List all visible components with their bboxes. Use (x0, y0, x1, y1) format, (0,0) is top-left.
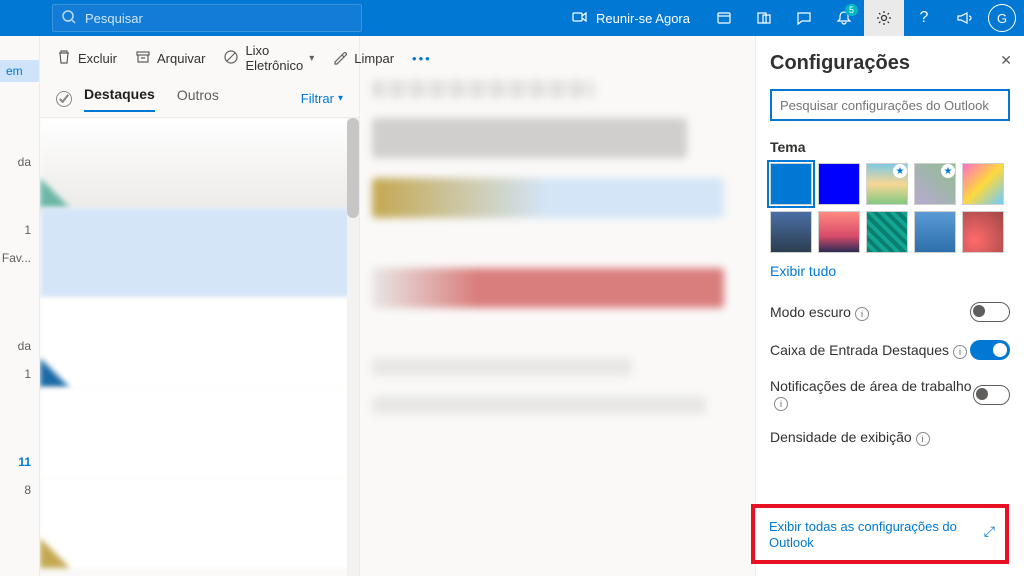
meet-now-button[interactable]: Reunir-se Agora (558, 0, 704, 36)
meet-now-label: Reunir-se Agora (596, 11, 690, 26)
top-bar: Pesquisar Reunir-se Agora 5 ? G (0, 0, 1024, 36)
theme-swatch[interactable] (962, 163, 1004, 205)
settings-icon[interactable] (864, 0, 904, 36)
megaphone-icon[interactable] (944, 0, 984, 36)
teams-icon[interactable] (744, 0, 784, 36)
video-icon (572, 9, 588, 28)
density-row: Densidade de exibiçãoi (770, 420, 1010, 446)
nav-item[interactable]: 1 (0, 216, 39, 244)
theme-swatch[interactable]: ★ (866, 163, 908, 205)
trash-icon (56, 49, 72, 68)
delete-button[interactable]: Excluir (56, 49, 117, 68)
chevron-down-icon: ▾ (338, 93, 343, 104)
close-icon[interactable]: ✕ (1000, 52, 1012, 69)
view-all-settings-highlight: Exibir todas as configurações do Outlook… (751, 504, 1009, 564)
theme-swatch[interactable] (866, 211, 908, 253)
theme-label: Tema (770, 139, 1010, 155)
global-search-input[interactable]: Pesquisar (52, 4, 362, 32)
focused-inbox-toggle[interactable] (970, 340, 1010, 360)
theme-swatch[interactable] (818, 163, 860, 205)
info-icon[interactable]: i (953, 345, 967, 359)
more-actions-icon[interactable]: ••• (412, 51, 432, 66)
my-day-icon[interactable] (704, 0, 744, 36)
sweep-button[interactable]: Limpar (332, 49, 394, 68)
show-all-themes-link[interactable]: Exibir tudo (770, 263, 1010, 279)
scrollbar[interactable] (347, 118, 359, 576)
nav-item-selected[interactable]: em (0, 60, 39, 82)
reading-pane (360, 36, 756, 576)
tab-other[interactable]: Outros (177, 87, 219, 111)
notifications-icon[interactable]: 5 (824, 0, 864, 36)
desktop-notif-toggle[interactable] (973, 385, 1010, 405)
theme-swatch[interactable] (770, 163, 812, 205)
mail-list[interactable] (40, 118, 359, 576)
inbox-tabs: Destaques Outros Filtrar ▾ (40, 80, 359, 118)
focused-inbox-row: Caixa de Entrada Destaquesi (770, 331, 1010, 369)
archive-button[interactable]: Arquivar (135, 49, 205, 68)
nav-item[interactable]: 8 (0, 476, 39, 504)
theme-swatch[interactable] (818, 211, 860, 253)
nav-item[interactable]: da (0, 148, 39, 176)
view-all-settings-link[interactable]: Exibir todas as configurações do Outlook (769, 519, 957, 550)
info-icon[interactable]: i (774, 397, 788, 411)
tab-focused[interactable]: Destaques (84, 86, 155, 112)
dark-mode-toggle[interactable] (970, 302, 1010, 322)
settings-panel: Configurações ✕ Tema ★ ★ Exibir tudo Mod… (756, 36, 1024, 576)
folder-nav: em da 1 Fav... da 1 11 8 (0, 36, 40, 576)
desktop-notif-row: Notificações de área de trabalhoi (770, 369, 1010, 420)
archive-icon (135, 49, 151, 68)
chat-icon[interactable] (784, 0, 824, 36)
settings-title: Configurações (770, 52, 1010, 75)
search-icon (61, 9, 77, 28)
chevron-down-icon: ▾ (309, 53, 314, 64)
notifications-badge: 5 (845, 4, 858, 16)
select-all-checkbox[interactable] (56, 91, 72, 107)
info-icon[interactable]: i (855, 307, 869, 321)
dark-mode-row: Modo escuroi (770, 293, 1010, 331)
theme-picker: ★ ★ (770, 163, 1010, 253)
theme-swatch[interactable]: ★ (914, 163, 956, 205)
nav-item[interactable]: 11 (0, 448, 39, 476)
message-list-column: Excluir Arquivar Lixo Eletrônico ▾ Limpa… (40, 36, 360, 576)
filter-button[interactable]: Filtrar ▾ (301, 91, 343, 106)
sweep-icon (332, 49, 348, 68)
nav-item[interactable]: da (0, 332, 39, 360)
info-icon[interactable]: i (916, 432, 930, 446)
prohibited-icon (223, 49, 239, 68)
settings-search-input[interactable] (770, 89, 1010, 121)
junk-button[interactable]: Lixo Eletrônico ▾ (223, 43, 314, 73)
command-bar: Excluir Arquivar Lixo Eletrônico ▾ Limpa… (40, 36, 359, 80)
nav-item[interactable]: 1 (0, 360, 39, 388)
theme-swatch[interactable] (770, 211, 812, 253)
avatar[interactable]: G (988, 4, 1016, 32)
nav-item[interactable]: Fav... (0, 244, 39, 272)
expand-icon[interactable]: ⤢ (984, 523, 995, 540)
help-icon[interactable]: ? (904, 0, 944, 36)
theme-swatch[interactable] (914, 211, 956, 253)
search-placeholder: Pesquisar (85, 11, 143, 26)
theme-swatch[interactable] (962, 211, 1004, 253)
